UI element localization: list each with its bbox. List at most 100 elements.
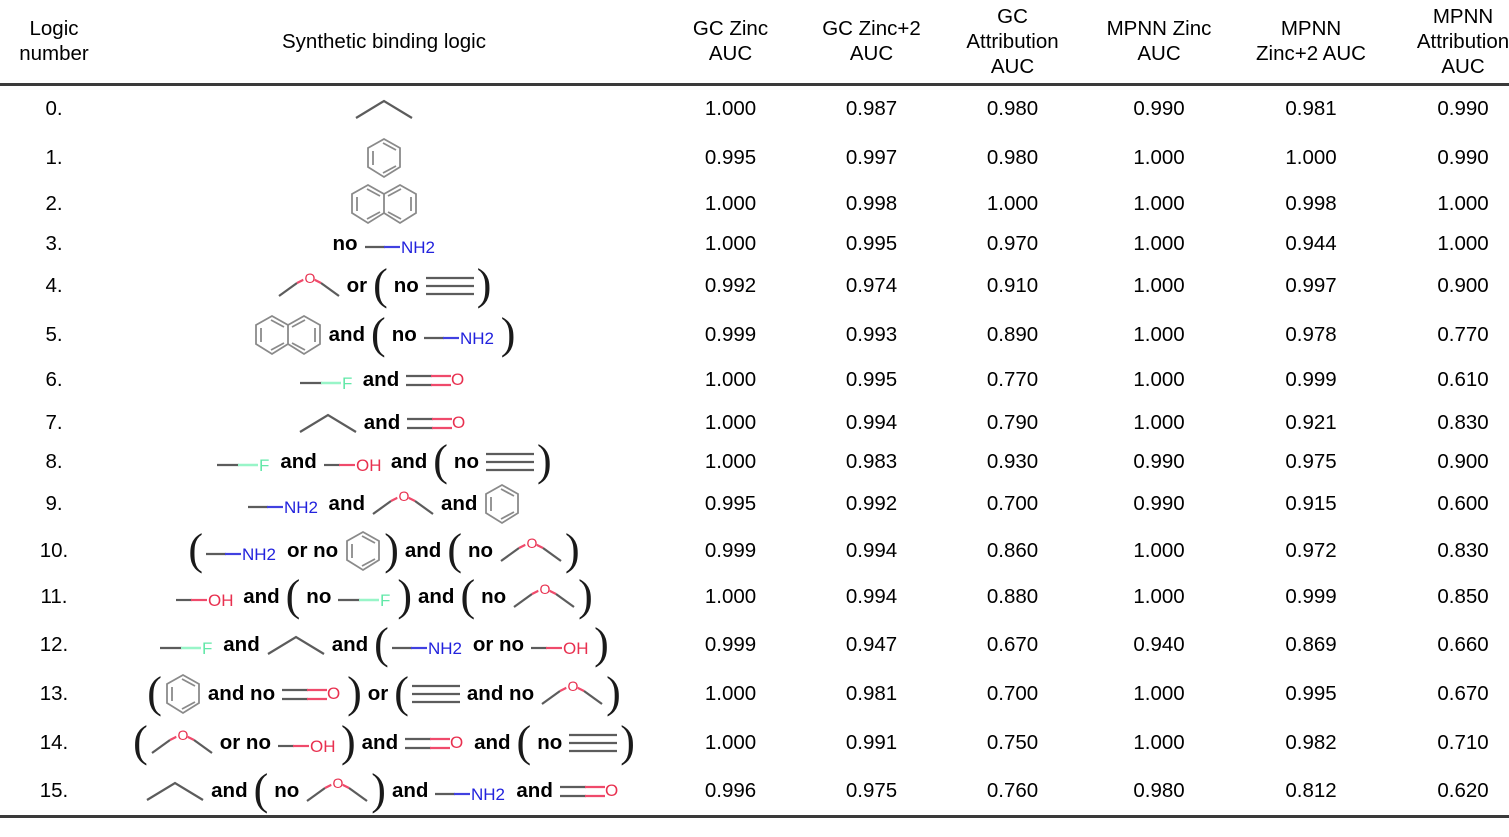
logic-results-table: Logic number Synthetic binding logic GC … — [0, 0, 1509, 818]
header-line: MPNN — [1280, 17, 1342, 41]
cell-gc-zinc-auc: 1.000 — [704, 192, 757, 215]
fragment-fluorine: F — [215, 451, 275, 475]
logic-expression: Fand O — [110, 363, 658, 397]
cell-gc-zinc2-auc: 0.975 — [801, 767, 942, 818]
svg-text:O: O — [304, 270, 315, 286]
cell-mpnn-attribution-auc: 0.900 — [1437, 273, 1489, 297]
cell-mpnn-zinc-auc: 1.000 — [1133, 585, 1185, 608]
cell-mpnn-zinc2-auc: 0.999 — [1285, 368, 1337, 391]
svg-text:O: O — [605, 781, 618, 800]
paren-open: ( — [285, 571, 301, 621]
logic-expression — [110, 182, 658, 226]
cell-mpnn-zinc2-auc: 0.998 — [1285, 192, 1337, 215]
svg-text:NH2: NH2 — [428, 639, 462, 658]
cell-synthetic-binding-logic — [108, 182, 660, 226]
fragment-ether: O — [304, 775, 370, 805]
svg-text:NH2: NH2 — [242, 545, 276, 564]
keyword-or-no: or no — [286, 539, 339, 562]
cell-synthetic-binding-logic: NH2 and Oand — [108, 479, 660, 528]
paren-close: ) — [620, 716, 635, 766]
fragment-carbonyl: O — [403, 731, 469, 755]
cell-mpnn-attribution-auc: 1.000 — [1437, 192, 1489, 215]
cell-mpnn-zinc2-auc: 0.997 — [1285, 273, 1337, 297]
keyword-and: and — [361, 730, 399, 754]
fragment-nh2: NH2 — [422, 324, 500, 348]
cell-gc-attribution-auc: 0.750 — [986, 730, 1039, 754]
fragment-nh2: NH2 — [204, 540, 282, 564]
fragment-carbonyl: O — [280, 682, 346, 706]
cell-gc-zinc2-auc: 0.947 — [845, 632, 898, 656]
keyword-and: and — [223, 632, 260, 656]
svg-text:OH: OH — [356, 456, 382, 475]
paren-close: ) — [606, 667, 621, 717]
keyword-or-no: or no — [219, 730, 271, 754]
cell-mpnn-zinc2-auc: 0.975 — [1285, 449, 1337, 473]
cell-mpnn-zinc-auc: 0.940 — [1133, 632, 1185, 656]
keyword-no: no — [332, 231, 358, 255]
cell-gc-zinc2-auc: 0.974 — [845, 273, 898, 297]
logic-expression — [110, 92, 658, 126]
cell-logic-number: 0. — [45, 97, 63, 121]
table-row: 7. and O 1.000 0.994 0.790 1.000 0.921 0.830 — [0, 401, 1509, 444]
cell-gc-zinc-auc: 1.000 — [704, 730, 757, 754]
logic-expression: Fand OH and(no) — [110, 435, 658, 485]
keyword-and: and — [331, 632, 369, 656]
cell-gc-zinc-auc: 0.996 — [660, 767, 801, 818]
svg-text:O: O — [568, 678, 579, 694]
cell-mpnn-zinc-auc: 1.000 — [1133, 730, 1185, 754]
header-line: AUC — [1441, 54, 1485, 78]
fragment-ether: O — [539, 678, 605, 708]
header-line: Attribution — [966, 29, 1059, 53]
fragment-carbonyl: O — [404, 368, 470, 392]
cell-gc-zinc2-auc: 0.994 — [845, 410, 898, 434]
cell-gc-zinc-auc: 1.000 — [704, 449, 757, 473]
paren-open: ( — [433, 435, 448, 485]
cell-mpnn-attribution-auc: 1.000 — [1437, 231, 1489, 255]
keyword-and: and — [418, 585, 455, 608]
keyword-or: or — [346, 273, 368, 297]
paren-close: ) — [397, 571, 412, 621]
header-row: Logic number Synthetic binding logic GC … — [0, 0, 1509, 86]
cell-synthetic-binding-logic: and O — [108, 401, 660, 444]
keyword-and: and — [280, 449, 317, 473]
keyword-no: no — [453, 449, 479, 473]
table-row: 10.(NH2 or no) and(no O) 0.999 0.994 0.860 1.00… — [0, 528, 1509, 574]
svg-text:F: F — [202, 639, 212, 658]
cell-gc-zinc2-auc: 0.994 — [845, 539, 898, 562]
svg-text:O: O — [450, 733, 463, 752]
logic-expression: (and no O) or(and no O) — [110, 667, 658, 717]
keyword-or: or — [367, 681, 389, 705]
header-gc-attribution-auc: GC Attribution AUC — [942, 0, 1083, 86]
keyword-and-no: and no — [466, 681, 535, 705]
cell-gc-attribution-auc: 0.890 — [986, 322, 1039, 346]
fragment-fluorine: F — [158, 634, 218, 658]
header-line: Attribution — [1416, 29, 1509, 53]
logic-expression: Fand and(NH2 or no OH) — [110, 618, 658, 668]
cell-mpnn-attribution-auc: 0.620 — [1387, 767, 1509, 818]
cell-mpnn-attribution-auc: 0.610 — [1437, 368, 1489, 391]
paren-close: ) — [371, 764, 386, 814]
paren-open: ( — [374, 618, 389, 668]
header-line: Zinc+2 AUC — [1256, 42, 1366, 66]
cell-mpnn-attribution-auc: 0.900 — [1437, 449, 1489, 473]
logic-expression: (NH2 or no) and(no O) — [110, 525, 658, 575]
paren-open: ( — [133, 716, 148, 766]
cell-mpnn-zinc-auc: 1.000 — [1133, 322, 1185, 346]
cell-mpnn-attribution-auc: 0.830 — [1437, 410, 1489, 434]
keyword-or-no: or no — [472, 632, 525, 656]
cell-gc-attribution-auc: 0.970 — [986, 231, 1039, 255]
paren-open: ( — [253, 764, 269, 814]
cell-mpnn-zinc-auc: 1.000 — [1133, 145, 1185, 169]
cell-mpnn-attribution-auc: 0.600 — [1437, 491, 1489, 515]
fragment-ether: O — [370, 488, 436, 518]
header-line: AUC — [849, 42, 894, 66]
cell-mpnn-attribution-auc: 0.670 — [1437, 681, 1489, 705]
svg-text:O: O — [399, 488, 410, 504]
cell-gc-zinc-auc: 1.000 — [704, 231, 757, 255]
fragment-benzene-ring — [482, 482, 522, 526]
keyword-no: no — [306, 585, 332, 608]
logic-expression: no NH2 — [110, 227, 658, 261]
table-row: 14.(Oor no OH) and Oand(no) 1.000 0.991 0.750 1… — [0, 718, 1509, 767]
paren-open: ( — [447, 525, 462, 575]
cell-synthetic-binding-logic — [108, 84, 660, 133]
